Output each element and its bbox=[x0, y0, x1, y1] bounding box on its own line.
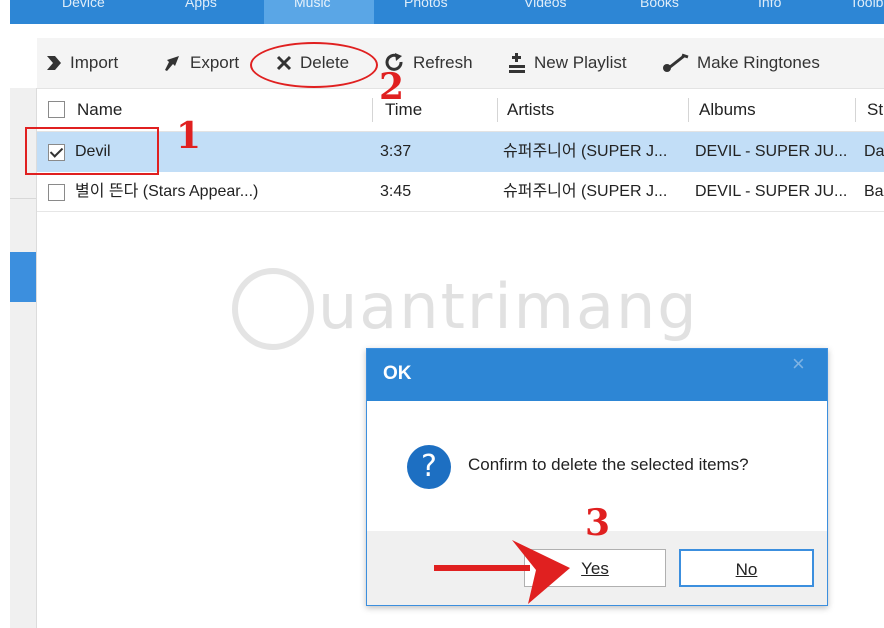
track-artist: 슈퍼주니어 (SUPER J... bbox=[503, 183, 668, 200]
toolbar: Import Export Delete Refresh New Playlis… bbox=[37, 38, 884, 89]
annotation-number-3: 3 bbox=[585, 502, 611, 544]
track-album: DEVIL - SUPER JU... bbox=[695, 183, 848, 200]
table-row[interactable]: Devil 3:37 슈퍼주니어 (SUPER J... DEVIL - SUP… bbox=[37, 132, 884, 172]
sidebar-divider bbox=[10, 198, 36, 199]
tab-apps[interactable]: Apps bbox=[185, 0, 217, 24]
track-extra: Da bbox=[864, 143, 884, 160]
ringtone-icon bbox=[663, 53, 689, 72]
refresh-label: Refresh bbox=[413, 53, 473, 72]
tab-photos[interactable]: Photos bbox=[404, 0, 448, 24]
new-playlist-icon bbox=[509, 53, 525, 73]
column-divider[interactable] bbox=[688, 98, 689, 122]
question-icon: ? bbox=[407, 445, 451, 489]
column-divider[interactable] bbox=[372, 98, 373, 122]
new-playlist-button[interactable]: New Playlist bbox=[507, 38, 627, 88]
annotation-box-row bbox=[25, 127, 159, 175]
import-icon bbox=[47, 56, 61, 70]
track-time: 3:45 bbox=[380, 183, 412, 200]
annotation-number-2: 2 bbox=[379, 66, 405, 108]
export-button[interactable]: Export bbox=[163, 38, 239, 88]
column-header-extra[interactable]: St bbox=[867, 89, 883, 131]
tab-toolbox[interactable]: Toolbox bbox=[850, 0, 884, 24]
dialog-title-bar[interactable]: OK × bbox=[367, 349, 827, 401]
lightbulb-icon bbox=[232, 268, 314, 350]
select-all-checkbox[interactable] bbox=[48, 101, 65, 118]
column-header-artists[interactable]: Artists bbox=[507, 89, 554, 131]
top-tab-bar: Device Apps Music Photos Videos Books In… bbox=[10, 0, 884, 24]
column-divider[interactable] bbox=[855, 98, 856, 122]
column-divider[interactable] bbox=[497, 98, 498, 122]
track-name: 별이 뜬다 (Stars Appear...) bbox=[75, 183, 259, 200]
tab-device[interactable]: Device bbox=[62, 0, 105, 24]
row-checkbox[interactable] bbox=[48, 184, 65, 201]
annotation-arrow-icon bbox=[434, 540, 570, 604]
import-label: Import bbox=[70, 53, 119, 72]
make-ringtones-button[interactable]: Make Ringtones bbox=[662, 38, 820, 88]
track-artist: 슈퍼주니어 (SUPER J... bbox=[503, 143, 668, 160]
export-label: Export bbox=[190, 53, 240, 72]
no-button[interactable]: No bbox=[679, 549, 814, 587]
close-icon[interactable]: × bbox=[792, 351, 805, 377]
new-playlist-label: New Playlist bbox=[534, 53, 627, 72]
dialog-title: OK bbox=[383, 363, 412, 384]
import-button[interactable]: Import bbox=[45, 38, 118, 88]
table-header: Name Time Artists Albums St bbox=[37, 89, 884, 132]
sidebar-selected-item[interactable] bbox=[10, 252, 36, 302]
annotation-number-1: 1 bbox=[176, 115, 202, 157]
tab-videos[interactable]: Videos bbox=[524, 0, 567, 24]
tab-music[interactable]: Music bbox=[264, 0, 374, 24]
export-icon bbox=[165, 56, 179, 71]
tab-books[interactable]: Books bbox=[640, 0, 679, 24]
track-time: 3:37 bbox=[380, 143, 412, 160]
column-header-name[interactable]: Name bbox=[77, 89, 122, 131]
annotation-ellipse-delete bbox=[250, 42, 378, 88]
table-row[interactable]: 별이 뜬다 (Stars Appear...) 3:45 슈퍼주니어 (SUPE… bbox=[37, 172, 884, 212]
make-ringtones-label: Make Ringtones bbox=[697, 53, 820, 72]
column-header-albums[interactable]: Albums bbox=[699, 89, 756, 131]
tab-info[interactable]: Info bbox=[758, 0, 781, 24]
row-divider bbox=[37, 211, 884, 212]
track-extra: Ba bbox=[864, 183, 884, 200]
track-album: DEVIL - SUPER JU... bbox=[695, 143, 848, 160]
watermark: uantrimang bbox=[318, 270, 699, 343]
dialog-message: Confirm to delete the selected items? bbox=[468, 455, 749, 474]
